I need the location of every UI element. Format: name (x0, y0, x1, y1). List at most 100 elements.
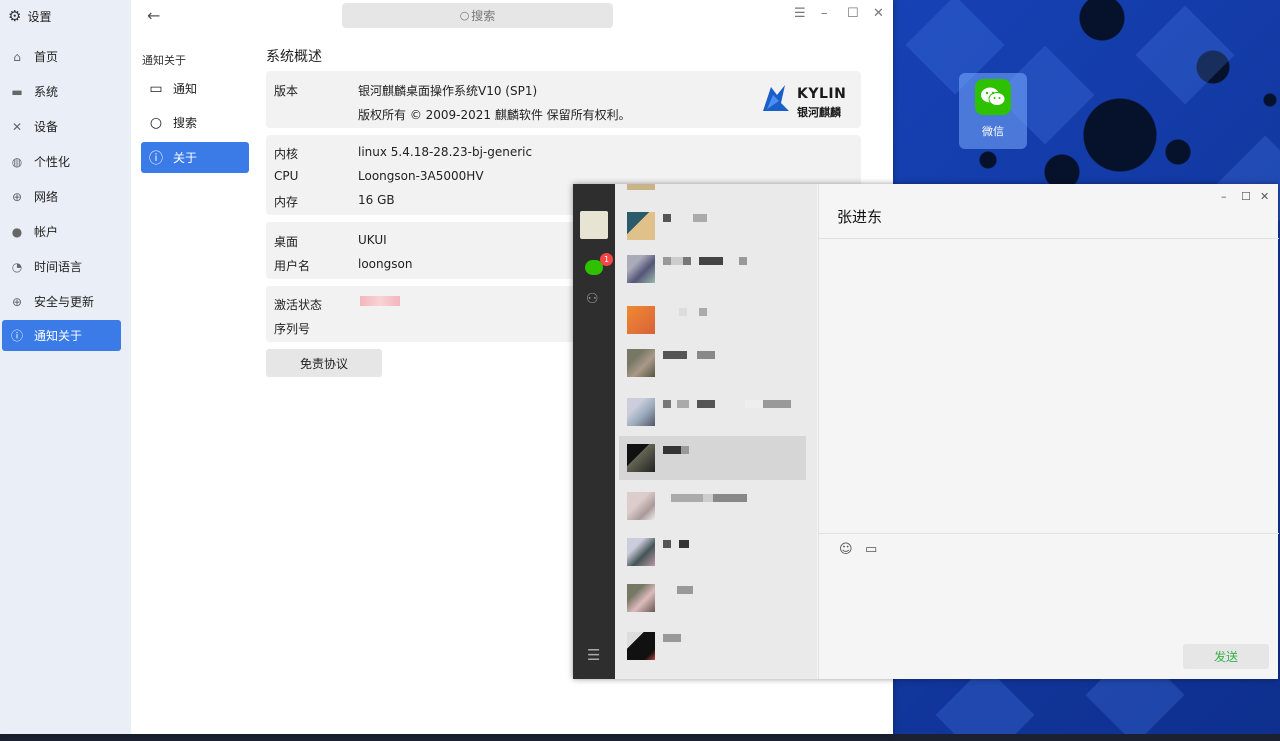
list-item[interactable] (619, 298, 806, 342)
avatar (627, 538, 655, 566)
list-item[interactable] (619, 247, 806, 291)
desktop-icon-wechat[interactable]: 微信 (959, 73, 1027, 149)
blurred-name (663, 540, 689, 548)
close-button[interactable]: ✕ (1260, 190, 1269, 203)
list-item[interactable] (619, 390, 806, 434)
version-label: 版本 (274, 84, 299, 98)
info-icon: ⓘ (10, 329, 23, 343)
sidebar-item-time-language[interactable]: ◔ 时间语言 (2, 251, 121, 282)
avatar (627, 584, 655, 612)
sub-nav: 通知关于 ▭ 通知 ○ 搜索 ⓘ 关于 (131, 0, 257, 734)
list-item[interactable] (619, 530, 806, 574)
close-button[interactable]: ✕ (873, 6, 884, 21)
taskbar (0, 734, 1280, 741)
palette-icon: ◍ (11, 154, 23, 169)
logo-subtext: 银河麒麟 (797, 106, 841, 119)
logo-text: KYLIN (797, 86, 847, 102)
sub-item-label: 搜索 (173, 116, 198, 130)
list-item[interactable] (619, 484, 806, 528)
blurred-name (663, 257, 747, 265)
blurred-name (663, 308, 707, 316)
back-button[interactable]: ← (147, 6, 160, 25)
shield-icon: ⊕ (11, 294, 23, 309)
sub-item-label: 关于 (173, 151, 198, 165)
contacts-icon[interactable]: ⚇ (586, 291, 599, 307)
menu-icon[interactable]: ☰ (794, 6, 806, 21)
version-value: 银河麒麟桌面操作系统V10 (SP1) (358, 84, 538, 98)
search-icon: ○ (149, 114, 163, 131)
emoji-icon[interactable]: ☺ (839, 542, 853, 557)
desktop-label: 桌面 (274, 235, 299, 249)
list-item-selected[interactable] (619, 436, 806, 480)
blurred-name (663, 400, 791, 408)
sub-item-about[interactable]: ⓘ 关于 (141, 142, 249, 173)
kernel-label: 内核 (274, 147, 299, 161)
list-item[interactable] (619, 576, 806, 620)
divider (819, 238, 1279, 239)
cpu-label: CPU (274, 169, 299, 183)
list-item[interactable] (619, 204, 806, 248)
maximize-button[interactable]: ☐ (847, 6, 859, 21)
blurred-name (663, 214, 707, 222)
blurred-name (663, 494, 747, 502)
avatar (627, 444, 655, 472)
minimize-button[interactable]: – (821, 6, 828, 21)
list-item[interactable] (619, 624, 806, 668)
message-icon: ▭ (149, 80, 163, 97)
kernel-value: linux 5.4.18-28.23-bj-generic (358, 145, 533, 159)
sidebar-item-devices[interactable]: ✕ 设备 (2, 111, 121, 142)
sub-item-search[interactable]: ○ 搜索 (141, 107, 249, 138)
sidebar-item-account[interactable]: ● 帐户 (2, 216, 121, 247)
unread-badge: 1 (600, 253, 613, 266)
avatar (627, 349, 655, 377)
sidebar-item-security[interactable]: ⊕ 安全与更新 (2, 286, 121, 317)
settings-sidebar: ⚙ 设置 ⌂ 首页 ▬ 系统 ✕ 设备 ◍ 个性化 ⊕ 网络 ● 帐户 ◔ 时间语言 ⊕ 安全与… (0, 0, 131, 734)
home-icon: ⌂ (13, 49, 21, 64)
username-label: 用户名 (274, 259, 311, 273)
menu-icon[interactable]: ☰ (587, 646, 600, 664)
maximize-button[interactable]: ☐ (1241, 190, 1251, 203)
chat-panel: – ☐ ✕ 张进东 ☺ ▭ 发送 (818, 184, 1279, 679)
disclaimer-button[interactable]: 免责协议 (266, 349, 382, 377)
user-icon: ● (11, 224, 23, 239)
send-button[interactable]: 发送 (1183, 644, 1269, 669)
sidebar-item-label: 安全与更新 (34, 295, 95, 309)
search-placeholder: 搜索 (471, 9, 496, 23)
minimize-button[interactable]: – (1221, 190, 1227, 203)
search-input[interactable]: ○ 搜索 (342, 3, 613, 28)
wallpaper-tile (1135, 5, 1235, 105)
activation-label: 激活状态 (274, 298, 323, 312)
search-icon: ○ (459, 9, 470, 22)
folder-icon[interactable]: ▭ (865, 542, 877, 557)
blurred-name (663, 634, 681, 642)
sidebar-item-personalize[interactable]: ◍ 个性化 (2, 146, 121, 177)
sidebar-item-label: 通知关于 (34, 329, 83, 343)
avatar (627, 255, 655, 283)
chat-title: 张进东 (837, 208, 883, 226)
page-title: 系统概述 (266, 49, 322, 65)
avatar (627, 632, 655, 660)
sidebar-item-label: 设备 (34, 120, 59, 134)
globe-icon: ⊕ (11, 189, 23, 204)
sidebar-item-network[interactable]: ⊕ 网络 (2, 181, 121, 212)
app-title: ⚙ 设置 (8, 6, 51, 26)
wechat-icon (975, 79, 1011, 115)
sidebar-item-label: 个性化 (34, 155, 71, 169)
avatar[interactable] (580, 211, 608, 239)
list-item[interactable] (619, 341, 806, 385)
wechat-window: 1 ⚇ ☰ ▲ ▼ – ☐ ✕ 张进东 ☺ ▭ 发送 (573, 184, 1279, 679)
list-item[interactable] (619, 184, 806, 198)
gear-icon: ⚙ (8, 7, 22, 25)
sidebar-item-home[interactable]: ⌂ 首页 (2, 41, 121, 72)
cpu-value: Loongson-3A5000HV (358, 169, 484, 183)
blurred-name (663, 586, 693, 594)
sidebar-item-label: 系统 (34, 85, 59, 99)
serial-label: 序列号 (274, 322, 311, 336)
clock-icon: ◔ (11, 259, 23, 274)
sidebar-item-label: 网络 (34, 190, 59, 204)
sidebar-item-notify-about[interactable]: ⓘ 通知关于 (2, 320, 121, 351)
sub-item-notify[interactable]: ▭ 通知 (141, 73, 249, 104)
copyright-text: 版权所有 © 2009-2021 麒麟软件 保留所有权利。 (358, 108, 631, 122)
sidebar-item-system[interactable]: ▬ 系统 (2, 76, 121, 107)
memory-value: 16 GB (358, 193, 395, 207)
